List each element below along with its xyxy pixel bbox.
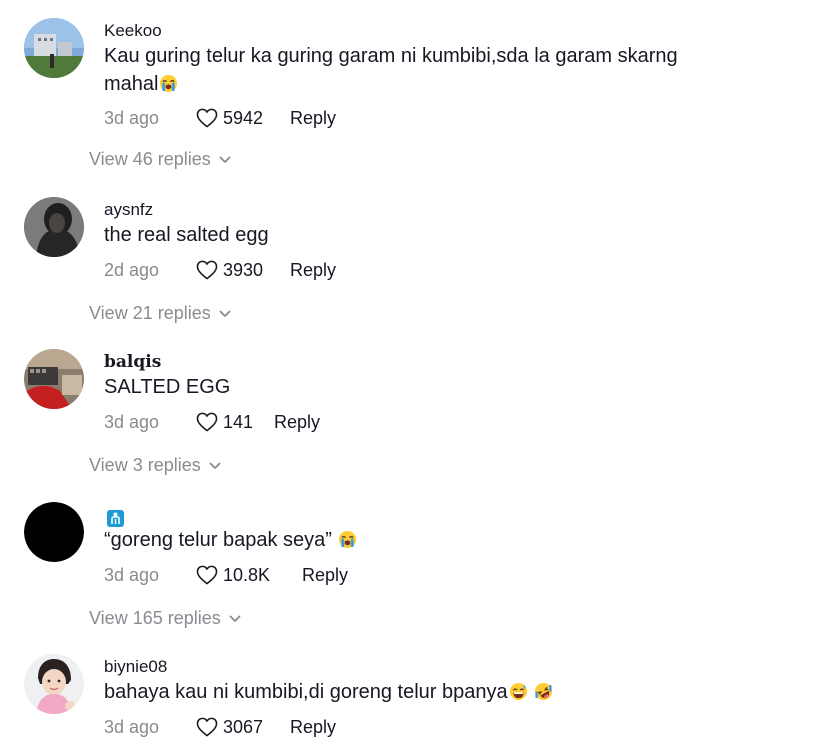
like-count: 3067 [223, 716, 264, 737]
comment-meta: 3d ago 141 Reply [104, 410, 320, 434]
view-replies-button[interactable]: View 46 replies [89, 149, 231, 170]
comment-text: bahaya kau ni kumbibi,di goreng telur bp… [104, 678, 724, 706]
rolling-laughing-face-icon [535, 682, 553, 701]
comment-date: 3d ago [104, 564, 160, 585]
username[interactable]: balqis [104, 352, 161, 372]
avatar[interactable] [24, 349, 84, 409]
reply-button[interactable]: Reply [290, 260, 336, 281]
comment-date: 2d ago [104, 259, 160, 280]
like-button[interactable]: 10.8K [196, 565, 302, 586]
avatar[interactable] [24, 502, 84, 562]
comment-meta: 3d ago 10.8K Reply [104, 563, 348, 587]
person-badge-icon [107, 510, 124, 527]
heart-outline-icon [196, 412, 218, 432]
comment-text: the real salted egg [104, 224, 269, 246]
view-replies-label: View 165 replies [89, 608, 221, 628]
like-count: 5942 [223, 107, 264, 128]
heart-outline-icon [196, 717, 218, 737]
chevron-down-icon [219, 156, 231, 163]
loudly-crying-face-icon [339, 530, 357, 549]
like-button[interactable]: 141 [196, 412, 274, 433]
loudly-crying-face-icon [160, 74, 178, 93]
chevron-down-icon [209, 462, 221, 469]
comment-date: 3d ago [104, 716, 160, 737]
view-replies-label: View 3 replies [89, 455, 201, 475]
comment-date: 3d ago [104, 411, 160, 432]
comment-date: 3d ago [104, 107, 160, 128]
chevron-down-icon [229, 615, 241, 622]
comment-meta: 3d ago 5942 Reply [104, 106, 336, 130]
view-replies-label: View 21 replies [89, 303, 211, 323]
grinning-sweat-face-icon [509, 682, 527, 701]
comment-meta: 3d ago 3067 Reply [104, 715, 336, 739]
reply-button[interactable]: Reply [274, 412, 320, 433]
like-button[interactable]: 3067 [196, 717, 290, 738]
comment-meta: 2d ago 3930 Reply [104, 258, 336, 282]
username[interactable]: Keekoo [104, 21, 162, 41]
heart-outline-icon [196, 108, 218, 128]
comment-text: SALTED EGG [104, 376, 231, 398]
like-button[interactable]: 5942 [196, 108, 290, 129]
avatar[interactable] [24, 654, 84, 714]
heart-outline-icon [196, 260, 218, 280]
reply-button[interactable]: Reply [290, 717, 336, 738]
username[interactable]: aysnfz [104, 200, 153, 220]
view-replies-button[interactable]: View 165 replies [89, 608, 241, 629]
username[interactable]: biynie08 [104, 657, 167, 677]
chevron-down-icon [219, 310, 231, 317]
view-replies-button[interactable]: View 3 replies [89, 455, 221, 476]
avatar[interactable] [24, 18, 84, 78]
like-button[interactable]: 3930 [196, 260, 290, 281]
comment-text: Kau guring telur ka guring garam ni kumb… [104, 45, 678, 95]
view-replies-button[interactable]: View 21 replies [89, 303, 231, 324]
view-replies-label: View 46 replies [89, 149, 211, 169]
comment-text: “goreng telur bapak seya” [104, 526, 724, 554]
reply-button[interactable]: Reply [290, 108, 336, 129]
heart-outline-icon [196, 565, 218, 585]
reply-button[interactable]: Reply [302, 565, 348, 586]
avatar[interactable] [24, 197, 84, 257]
like-count: 3930 [223, 259, 264, 280]
like-count: 141 [223, 411, 254, 432]
like-count: 10.8K [223, 564, 271, 585]
